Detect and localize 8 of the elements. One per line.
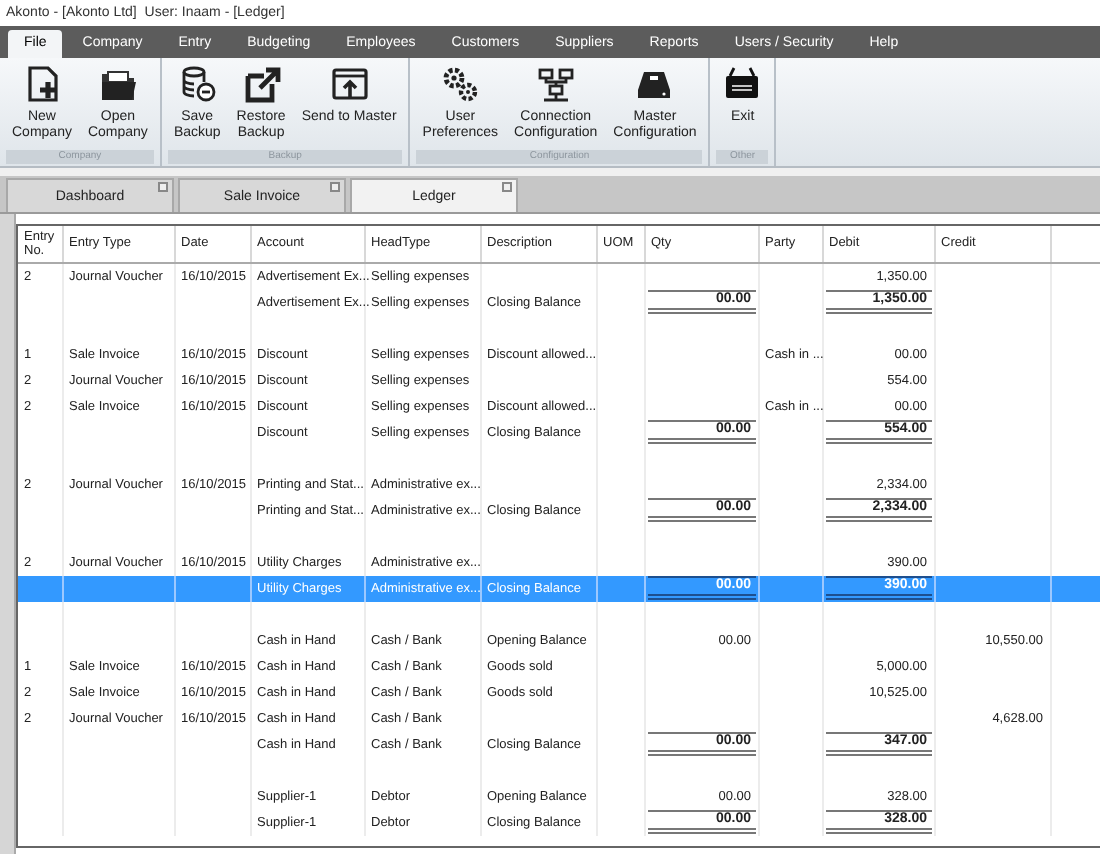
box-arrow-icon [241,64,282,104]
database-icon [177,64,218,104]
network-icon [535,64,576,104]
gears-icon [440,64,481,104]
close-icon[interactable] [502,182,512,192]
exit-sign-icon [722,64,763,104]
close-icon[interactable] [158,182,168,192]
close-icon[interactable] [330,182,340,192]
